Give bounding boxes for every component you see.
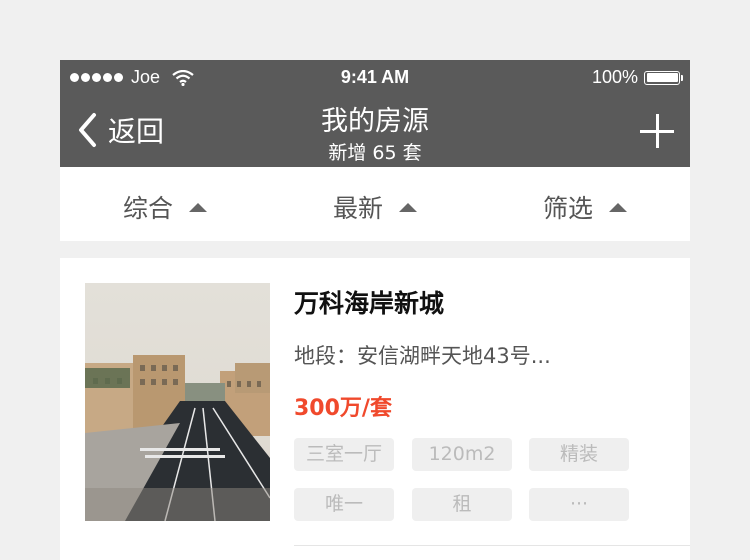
battery-percent: 100% [591,67,638,87]
sort-latest[interactable]: 最新 [333,189,418,225]
sort-label: 筛选 [543,194,594,223]
sort-arrow-icon [399,202,418,212]
add-icon[interactable] [640,114,674,148]
phone-screen: Joe 9:41 AM 100% 返回 我的房源 新增 65 套 综合 最新 筛… [60,60,690,560]
listing-title: 万科海岸新城 [294,289,445,318]
listing-photo [85,283,270,521]
page-title: 我的房源 [321,106,429,137]
sort-label: 最新 [333,194,384,223]
tag: 租 [412,488,512,521]
tag: 唯一 [294,488,394,521]
page-subtitle: 新增 65 套 [328,142,422,164]
listing-card[interactable]: 万科海岸新城 地段：安信湖畔天地43号... 300万/套 三室一厅 120m2… [60,258,690,560]
sort-comprehensive[interactable]: 综合 [123,189,208,225]
battery-icon [644,70,683,85]
sort-filter[interactable]: 筛选 [543,189,628,225]
sort-bar: 综合 最新 筛选 [60,167,690,241]
navigation-bar: 返回 我的房源 新增 65 套 [60,96,690,167]
listing-location: 地段：安信湖畔天地43号... [294,344,551,368]
sort-arrow-icon [609,202,628,212]
tag: 精装 [529,438,629,471]
tag: 120m2 [412,438,512,471]
sort-label: 综合 [123,194,174,223]
status-right: 100% [591,67,683,88]
listing-price: 300万/套 [294,396,392,421]
status-bar: Joe 9:41 AM 100% [60,60,690,96]
sort-arrow-icon [189,202,208,212]
tag-more[interactable]: ··· [529,488,629,521]
divider [294,545,690,546]
tag: 三室一厅 [294,438,394,471]
